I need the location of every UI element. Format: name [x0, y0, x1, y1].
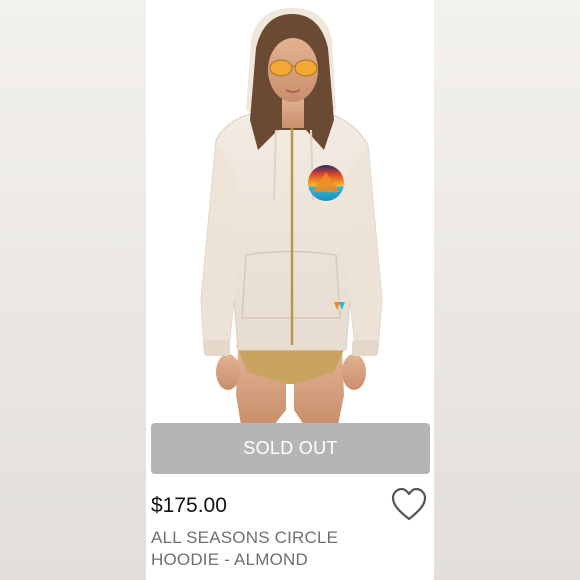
blurred-background-left [0, 0, 146, 580]
heart-outline-icon[interactable] [390, 486, 428, 524]
product-card: SOLD OUT $175.00 ALL SEASONS CIRCLE HOOD… [146, 0, 434, 580]
product-price: $175.00 [151, 494, 227, 517]
sold-out-button[interactable]: SOLD OUT [151, 423, 430, 474]
hoodie-model-illustration [200, 8, 383, 425]
product-title[interactable]: ALL SEASONS CIRCLE HOODIE - ALMOND [151, 527, 376, 571]
blurred-background-right [434, 0, 580, 580]
product-photo[interactable] [146, 0, 434, 425]
